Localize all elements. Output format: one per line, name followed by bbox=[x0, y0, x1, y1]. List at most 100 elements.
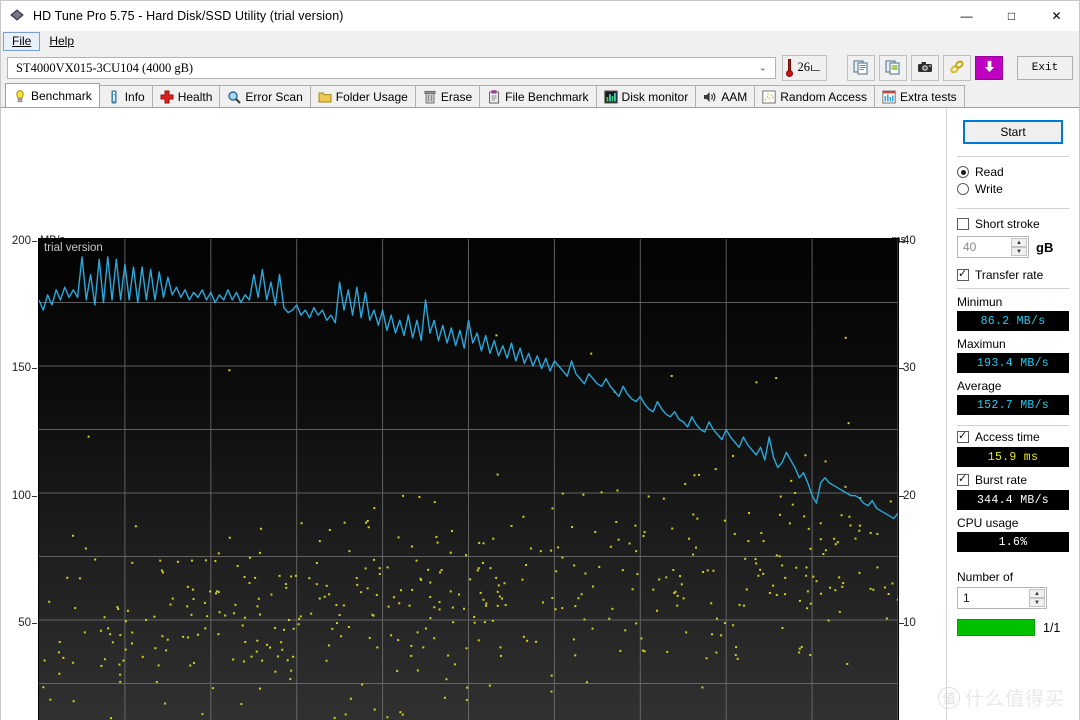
exit-button[interactable]: Exit bbox=[1017, 56, 1073, 80]
transfer-rate-checkbox[interactable]: Transfer rate bbox=[957, 267, 1069, 282]
y-tick-100: 100 bbox=[11, 490, 31, 502]
y-tick-200: 200 bbox=[11, 235, 31, 247]
tab-bar: Benchmark Info Health Error Scan Folder bbox=[1, 83, 1079, 108]
tab-random-access[interactable]: Random Access bbox=[754, 85, 875, 107]
number-stepper-down-icon[interactable]: ▼ bbox=[1029, 598, 1045, 607]
stepper-down-icon[interactable]: ▼ bbox=[1011, 247, 1027, 256]
tab-disk-monitor-label: Disk monitor bbox=[621, 89, 689, 104]
copy-image-button[interactable] bbox=[879, 55, 907, 81]
title-bar: HD Tune Pro 5.75 - Hard Disk/SSD Utility… bbox=[1, 1, 1079, 31]
short-stroke-unit: gB bbox=[1036, 239, 1054, 255]
burst-rate-value: 344.4 MB/s bbox=[957, 490, 1069, 510]
burst-rate-checkbox[interactable]: Burst rate bbox=[957, 472, 1069, 487]
screenshot-button[interactable] bbox=[911, 55, 939, 81]
number-of-stepper[interactable]: 1 ▲ ▼ bbox=[957, 587, 1047, 609]
diamond-app-icon bbox=[9, 8, 25, 24]
checkbox-burst-rate-icon bbox=[957, 472, 969, 486]
folder-icon bbox=[318, 90, 332, 104]
number-stepper-buttons[interactable]: ▲ ▼ bbox=[1029, 589, 1045, 607]
menu-file-label: File bbox=[12, 33, 32, 48]
camera-icon bbox=[917, 59, 933, 78]
menu-bar: File Help bbox=[1, 31, 1079, 52]
mode-write[interactable]: Write bbox=[957, 182, 1069, 196]
copy-image-icon bbox=[885, 59, 901, 78]
progress-row: 1/1 bbox=[957, 619, 1069, 636]
short-stroke-row: 40 ▲ ▼ gB bbox=[957, 236, 1069, 258]
tab-health-label: Health bbox=[177, 89, 213, 104]
site-watermark: 值 什么值得买 bbox=[937, 684, 1065, 711]
copy-button[interactable] bbox=[847, 55, 875, 81]
tab-folder-usage-label: Folder Usage bbox=[335, 89, 408, 104]
divider-2 bbox=[957, 208, 1069, 209]
stepper-up-icon[interactable]: ▲ bbox=[1011, 238, 1027, 247]
benchmark-chart: MB/s ms 200 150 100 50 40 30 20 10 trial… bbox=[1, 108, 946, 720]
tab-health[interactable]: Health bbox=[151, 85, 221, 107]
mode-read-label: Read bbox=[975, 165, 1004, 179]
window-title: HD Tune Pro 5.75 - Hard Disk/SSD Utility… bbox=[33, 8, 344, 23]
tab-disk-monitor[interactable]: Disk monitor bbox=[595, 85, 697, 107]
divider bbox=[957, 156, 1069, 157]
grid-chart-icon bbox=[882, 90, 896, 104]
toolbar-buttons bbox=[847, 55, 1003, 81]
toolbar: ST4000VX015-3CU104 (4000 gB) ⌄ 26ட Exit bbox=[1, 52, 1079, 84]
chevron-down-icon: ⌄ bbox=[759, 62, 767, 73]
menu-file[interactable]: File bbox=[3, 31, 41, 51]
temperature-button[interactable]: 26ட bbox=[781, 55, 827, 81]
y-tick-150: 150 bbox=[11, 362, 31, 374]
divider-4 bbox=[957, 425, 1069, 426]
radio-read-icon bbox=[957, 166, 969, 178]
number-stepper-up-icon[interactable]: ▲ bbox=[1029, 589, 1045, 598]
tab-extra-tests[interactable]: Extra tests bbox=[873, 85, 965, 107]
average-label: Average bbox=[957, 379, 1002, 393]
main-body: MB/s ms 200 150 100 50 40 30 20 10 trial… bbox=[1, 108, 1079, 720]
hdtune-window: HD Tune Pro 5.75 - Hard Disk/SSD Utility… bbox=[0, 0, 1080, 720]
short-stroke-stepper[interactable]: 40 ▲ ▼ bbox=[957, 236, 1029, 258]
info-icon bbox=[107, 90, 121, 104]
trash-icon bbox=[423, 90, 437, 104]
close-button[interactable]: ✕ bbox=[1034, 1, 1079, 31]
tab-aam-label: AAM bbox=[721, 89, 748, 104]
checkbox-short-stroke-icon bbox=[957, 218, 969, 230]
short-stroke-label: Short stroke bbox=[975, 217, 1040, 231]
access-time-checkbox[interactable]: Access time bbox=[957, 429, 1069, 444]
tab-info[interactable]: Info bbox=[98, 85, 153, 107]
tab-file-benchmark[interactable]: File Benchmark bbox=[479, 85, 597, 107]
magnifier-icon bbox=[227, 90, 242, 104]
plot-canvas: trial version bbox=[38, 238, 899, 720]
watermark-text: 什么值得买 bbox=[964, 689, 1065, 710]
mode-write-label: Write bbox=[975, 182, 1003, 196]
checkbox-transfer-rate-icon bbox=[957, 267, 969, 281]
tab-erase[interactable]: Erase bbox=[414, 85, 481, 107]
drive-select[interactable]: ST4000VX015-3CU104 (4000 gB) ⌄ bbox=[7, 57, 776, 79]
progress-bar bbox=[957, 619, 1035, 636]
maximize-button[interactable]: □ bbox=[989, 1, 1034, 31]
drive-select-value: ST4000VX015-3CU104 (4000 gB) bbox=[16, 60, 194, 75]
mode-read[interactable]: Read bbox=[957, 165, 1069, 179]
maximum-label: Maximun bbox=[957, 337, 1006, 351]
checkbox-access-time-icon bbox=[957, 429, 969, 443]
plot-region[interactable]: trial version bbox=[38, 238, 899, 720]
tab-info-label: Info bbox=[124, 89, 145, 104]
start-button[interactable]: Start bbox=[963, 120, 1063, 144]
tab-folder-usage[interactable]: Folder Usage bbox=[309, 85, 416, 107]
maximum-value: 193.4 MB/s bbox=[957, 353, 1069, 373]
stepper-buttons[interactable]: ▲ ▼ bbox=[1011, 238, 1027, 256]
tab-benchmark[interactable]: Benchmark bbox=[5, 83, 100, 107]
tab-aam[interactable]: AAM bbox=[695, 85, 756, 107]
minimum-label: Minimun bbox=[957, 295, 1003, 309]
download-button[interactable] bbox=[975, 56, 1003, 80]
link-button[interactable] bbox=[943, 55, 971, 81]
minimize-button[interactable]: — bbox=[944, 1, 989, 31]
tab-error-scan[interactable]: Error Scan bbox=[219, 85, 311, 107]
tab-benchmark-label: Benchmark bbox=[31, 88, 92, 103]
temperature-value: 26ட bbox=[797, 60, 820, 74]
cpu-usage-value: 1.6% bbox=[957, 532, 1069, 552]
menu-help[interactable]: Help bbox=[40, 32, 83, 51]
tab-random-access-label: Random Access bbox=[780, 89, 867, 104]
tab-file-benchmark-label: File Benchmark bbox=[505, 89, 589, 104]
speaker-icon bbox=[703, 90, 717, 104]
number-of-value: 1 bbox=[963, 591, 970, 605]
short-stroke-checkbox[interactable]: Short stroke bbox=[957, 217, 1069, 231]
minimum-value: 86.2 MB/s bbox=[957, 311, 1069, 331]
y2-tick-10: 10 bbox=[903, 617, 916, 629]
